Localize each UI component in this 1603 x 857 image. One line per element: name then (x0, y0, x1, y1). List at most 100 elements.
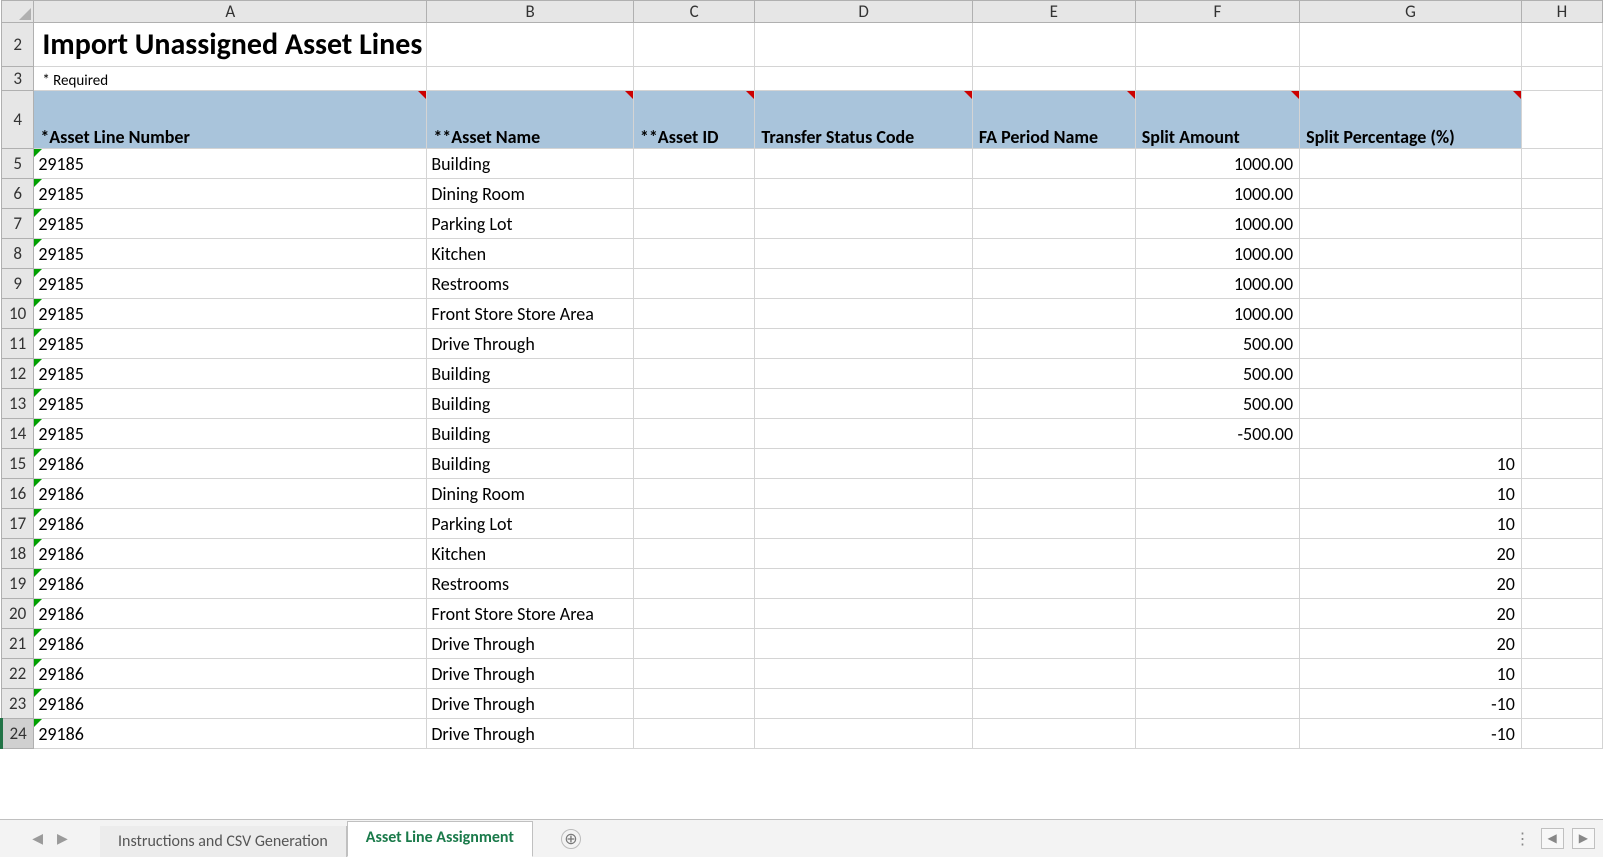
cell-D7[interactable] (755, 209, 972, 239)
cell-G12[interactable] (1300, 359, 1522, 389)
row-header-7[interactable]: 7 (2, 209, 34, 239)
cell-G4[interactable]: Split Percentage (%) (1300, 91, 1522, 149)
cell-E20[interactable] (972, 599, 1135, 629)
cell-C7[interactable] (633, 209, 755, 239)
cell-F8[interactable]: 1000.00 (1135, 239, 1299, 269)
cell-E23[interactable] (972, 689, 1135, 719)
col-header-A[interactable]: A (34, 1, 427, 23)
cell-A21[interactable]: 29186 (34, 629, 427, 659)
cell-A20[interactable]: 29186 (34, 599, 427, 629)
cell-G20[interactable]: 20 (1300, 599, 1522, 629)
cell-F20[interactable] (1135, 599, 1299, 629)
cell-F4[interactable]: Split Amount (1135, 91, 1299, 149)
cell-D9[interactable] (755, 269, 972, 299)
cell-B19[interactable]: Restrooms (427, 569, 634, 599)
cell-D4[interactable]: Transfer Status Code (755, 91, 972, 149)
cell-B2[interactable] (427, 23, 634, 67)
cell-A3[interactable]: * Required (34, 67, 427, 91)
cell-A22[interactable]: 29186 (34, 659, 427, 689)
cell-G8[interactable] (1300, 239, 1522, 269)
cell-B15[interactable]: Building (427, 449, 634, 479)
cell-A4[interactable]: *Asset Line Number (34, 91, 427, 149)
cell-B10[interactable]: Front Store Store Area (427, 299, 634, 329)
hscroll-right-button[interactable]: ▶ (1572, 828, 1595, 849)
row-header-3[interactable]: 3 (2, 67, 34, 91)
cell-A19[interactable]: 29186 (34, 569, 427, 599)
cell-C8[interactable] (633, 239, 755, 269)
row-header-2[interactable]: 2 (2, 23, 34, 67)
cell-G14[interactable] (1300, 419, 1522, 449)
cell-H17[interactable] (1521, 509, 1602, 539)
cell-C3[interactable] (633, 67, 755, 91)
cell-B16[interactable]: Dining Room (427, 479, 634, 509)
select-all-corner[interactable] (2, 1, 34, 23)
cell-B17[interactable]: Parking Lot (427, 509, 634, 539)
cell-E6[interactable] (972, 179, 1135, 209)
cell-E11[interactable] (972, 329, 1135, 359)
cell-A6[interactable]: 29185 (34, 179, 427, 209)
cell-D20[interactable] (755, 599, 972, 629)
cell-G17[interactable]: 10 (1300, 509, 1522, 539)
cell-H24[interactable] (1521, 719, 1602, 749)
cell-B14[interactable]: Building (427, 419, 634, 449)
cell-G9[interactable] (1300, 269, 1522, 299)
cell-D14[interactable] (755, 419, 972, 449)
cell-H4[interactable] (1521, 91, 1602, 149)
cell-E22[interactable] (972, 659, 1135, 689)
cell-C16[interactable] (633, 479, 755, 509)
cell-D21[interactable] (755, 629, 972, 659)
cell-B18[interactable]: Kitchen (427, 539, 634, 569)
cell-G10[interactable] (1300, 299, 1522, 329)
hscroll-left-button[interactable]: ◀ (1541, 828, 1564, 849)
cell-H13[interactable] (1521, 389, 1602, 419)
cell-H20[interactable] (1521, 599, 1602, 629)
cell-C10[interactable] (633, 299, 755, 329)
row-header-11[interactable]: 11 (2, 329, 34, 359)
row-header-12[interactable]: 12 (2, 359, 34, 389)
cell-F18[interactable] (1135, 539, 1299, 569)
cell-G3[interactable] (1300, 67, 1522, 91)
cell-D10[interactable] (755, 299, 972, 329)
col-header-G[interactable]: G (1300, 1, 1522, 23)
cell-C2[interactable] (633, 23, 755, 67)
cell-D6[interactable] (755, 179, 972, 209)
cell-E19[interactable] (972, 569, 1135, 599)
cell-D18[interactable] (755, 539, 972, 569)
sheet-tab[interactable]: Instructions and CSV Generation (100, 826, 347, 857)
cell-G16[interactable]: 10 (1300, 479, 1522, 509)
cell-F5[interactable]: 1000.00 (1135, 149, 1299, 179)
cell-D8[interactable] (755, 239, 972, 269)
col-header-D[interactable]: D (755, 1, 972, 23)
row-header-4[interactable]: 4 (2, 91, 34, 149)
cell-A13[interactable]: 29185 (34, 389, 427, 419)
row-header-5[interactable]: 5 (2, 149, 34, 179)
cell-F11[interactable]: 500.00 (1135, 329, 1299, 359)
row-header-15[interactable]: 15 (2, 449, 34, 479)
cell-C13[interactable] (633, 389, 755, 419)
row-header-16[interactable]: 16 (2, 479, 34, 509)
cell-E7[interactable] (972, 209, 1135, 239)
cell-H7[interactable] (1521, 209, 1602, 239)
cell-F21[interactable] (1135, 629, 1299, 659)
cell-G15[interactable]: 10 (1300, 449, 1522, 479)
cell-B7[interactable]: Parking Lot (427, 209, 634, 239)
cell-G6[interactable] (1300, 179, 1522, 209)
cell-B20[interactable]: Front Store Store Area (427, 599, 634, 629)
cell-F19[interactable] (1135, 569, 1299, 599)
cell-B12[interactable]: Building (427, 359, 634, 389)
cell-A2[interactable]: Import Unassigned Asset Lines (34, 23, 427, 67)
cell-C18[interactable] (633, 539, 755, 569)
cell-E4[interactable]: FA Period Name (972, 91, 1135, 149)
cell-D22[interactable] (755, 659, 972, 689)
cell-D16[interactable] (755, 479, 972, 509)
cell-E9[interactable] (972, 269, 1135, 299)
cell-G18[interactable]: 20 (1300, 539, 1522, 569)
cell-B9[interactable]: Restrooms (427, 269, 634, 299)
cell-A23[interactable]: 29186 (34, 689, 427, 719)
cell-C14[interactable] (633, 419, 755, 449)
cell-D13[interactable] (755, 389, 972, 419)
cell-D12[interactable] (755, 359, 972, 389)
cell-A14[interactable]: 29185 (34, 419, 427, 449)
sheet-tab[interactable]: Asset Line Assignment (347, 821, 533, 857)
cell-E10[interactable] (972, 299, 1135, 329)
